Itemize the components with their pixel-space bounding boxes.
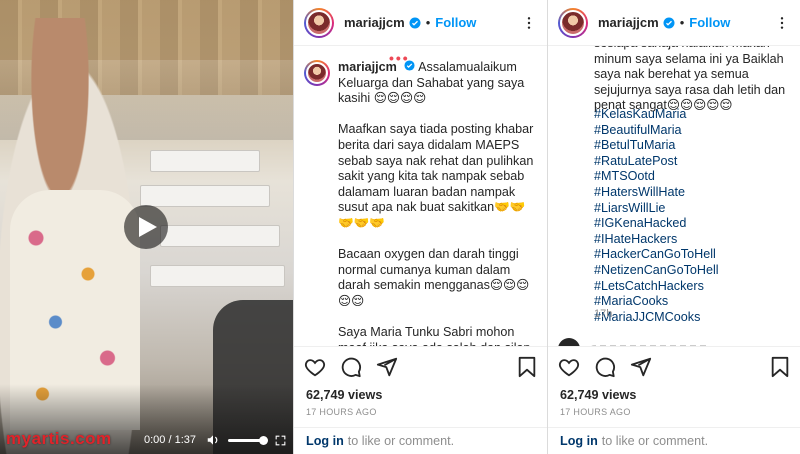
play-button[interactable] [124, 205, 168, 249]
caption-text-continued: sesiapa sahaja halalkan makan minum saya… [594, 46, 786, 113]
hashtag-list: #KelasKauMaria #BeautifulMaria #BetulTuM… [594, 107, 794, 325]
follow-button[interactable]: Follow [435, 15, 476, 30]
heart-icon[interactable] [558, 356, 580, 378]
login-link[interactable]: Log in [560, 434, 598, 448]
post-actions [294, 346, 547, 386]
follow-button[interactable]: Follow [689, 15, 730, 30]
video-time: 0:00 / 1:37 [144, 434, 196, 446]
login-link[interactable]: Log in [306, 434, 344, 448]
caption-scroll-area[interactable]: sesiapa sahaja halalkan makan minum saya… [548, 46, 800, 346]
more-icon[interactable] [521, 15, 537, 31]
login-prompt: to like or comment. [601, 434, 709, 448]
play-icon [139, 217, 157, 237]
more-icon[interactable] [774, 15, 790, 31]
view-count[interactable]: 62,749 views [560, 388, 636, 402]
username-link[interactable]: mariajjcm [344, 15, 405, 30]
hashtag-link[interactable]: #HackerCanGoToHell [594, 247, 794, 263]
login-bar: Log in to like or comment. [294, 427, 547, 454]
hashtag-link[interactable]: #IHateHackers [594, 232, 794, 248]
video-scene-bed [150, 150, 260, 172]
video-scene-bed [140, 185, 270, 207]
verified-badge-icon [663, 17, 675, 29]
separator-dot: • [679, 15, 685, 30]
caption-scroll-area[interactable]: ••• mariajjcm Assalamualaikum Keluarga d… [294, 46, 547, 346]
verified-badge-icon [409, 17, 421, 29]
video-player[interactable]: myartis.com 0:00 / 1:37 [0, 0, 293, 454]
post-timestamp[interactable]: 17 HOURS AGO [560, 407, 631, 417]
commenter-avatar[interactable] [558, 338, 580, 346]
avatar[interactable] [558, 7, 588, 38]
post-header: mariajjcm • Follow [294, 0, 547, 46]
volume-knob[interactable] [259, 435, 268, 445]
video-controls: 0:00 / 1:37 [0, 426, 293, 454]
comment-icon[interactable] [340, 356, 362, 378]
comment-preview [558, 338, 710, 346]
separator-dot: • [425, 15, 431, 30]
post-panel-second: mariajjcm • Follow sesiapa sahaja halalk… [547, 0, 800, 454]
avatar[interactable] [304, 60, 330, 86]
username-link[interactable]: mariajjcm [598, 15, 659, 30]
login-bar: Log in to like or comment. [548, 427, 800, 454]
hashtag-link[interactable]: #LiarsWillLie [594, 201, 794, 217]
volume-slider[interactable] [228, 435, 268, 445]
verified-badge-icon [404, 60, 415, 71]
hashtag-link[interactable]: #LetsCatchHackers [594, 279, 794, 295]
view-count[interactable]: 62,749 views [306, 388, 382, 402]
volume-icon[interactable] [206, 433, 220, 447]
video-scene-bed [160, 225, 280, 247]
heart-icon[interactable] [304, 356, 326, 378]
hashtag-link[interactable]: #MariaCooks [594, 294, 794, 310]
hashtag-link[interactable]: #KelasKauMaria [594, 107, 794, 123]
caption-age: 17h [594, 308, 613, 320]
post-header: mariajjcm • Follow [548, 0, 800, 46]
fullscreen-icon[interactable] [274, 434, 287, 447]
hashtag-link[interactable]: #BeautifulMaria [594, 123, 794, 139]
caption-text: Assalamualaikum Keluarga dan Sahabat yan… [338, 60, 534, 346]
post-panel-first: mariajjcm • Follow ••• mariajjcm Assalam… [293, 0, 547, 454]
share-icon[interactable] [630, 356, 652, 378]
hashtag-link[interactable]: #MTSOotd [594, 169, 794, 185]
post-timestamp[interactable]: 17 HOURS AGO [306, 407, 377, 417]
post-caption: mariajjcm Assalamualaikum Keluarga dan S… [338, 60, 540, 346]
hashtag-link[interactable]: #NetizenCanGoToHell [594, 263, 794, 279]
hashtag-link[interactable]: #IGKenaHacked [594, 216, 794, 232]
hashtag-link[interactable]: #MariaJJCMCooks [594, 310, 794, 326]
hashtag-link[interactable]: #RatuLatePost [594, 154, 794, 170]
post-actions [548, 346, 800, 386]
caption-row: mariajjcm Assalamualaikum Keluarga dan S… [304, 60, 540, 346]
caption-username[interactable]: mariajjcm [338, 60, 397, 74]
video-scene-bed [150, 265, 285, 287]
avatar[interactable] [304, 7, 334, 38]
bookmark-icon[interactable] [770, 356, 790, 378]
bookmark-icon[interactable] [517, 356, 537, 378]
login-prompt: to like or comment. [347, 434, 455, 448]
share-icon[interactable] [376, 356, 398, 378]
comment-icon[interactable] [594, 356, 616, 378]
hashtag-link[interactable]: #HatersWillHate [594, 185, 794, 201]
hashtag-link[interactable]: #BetulTuMaria [594, 138, 794, 154]
